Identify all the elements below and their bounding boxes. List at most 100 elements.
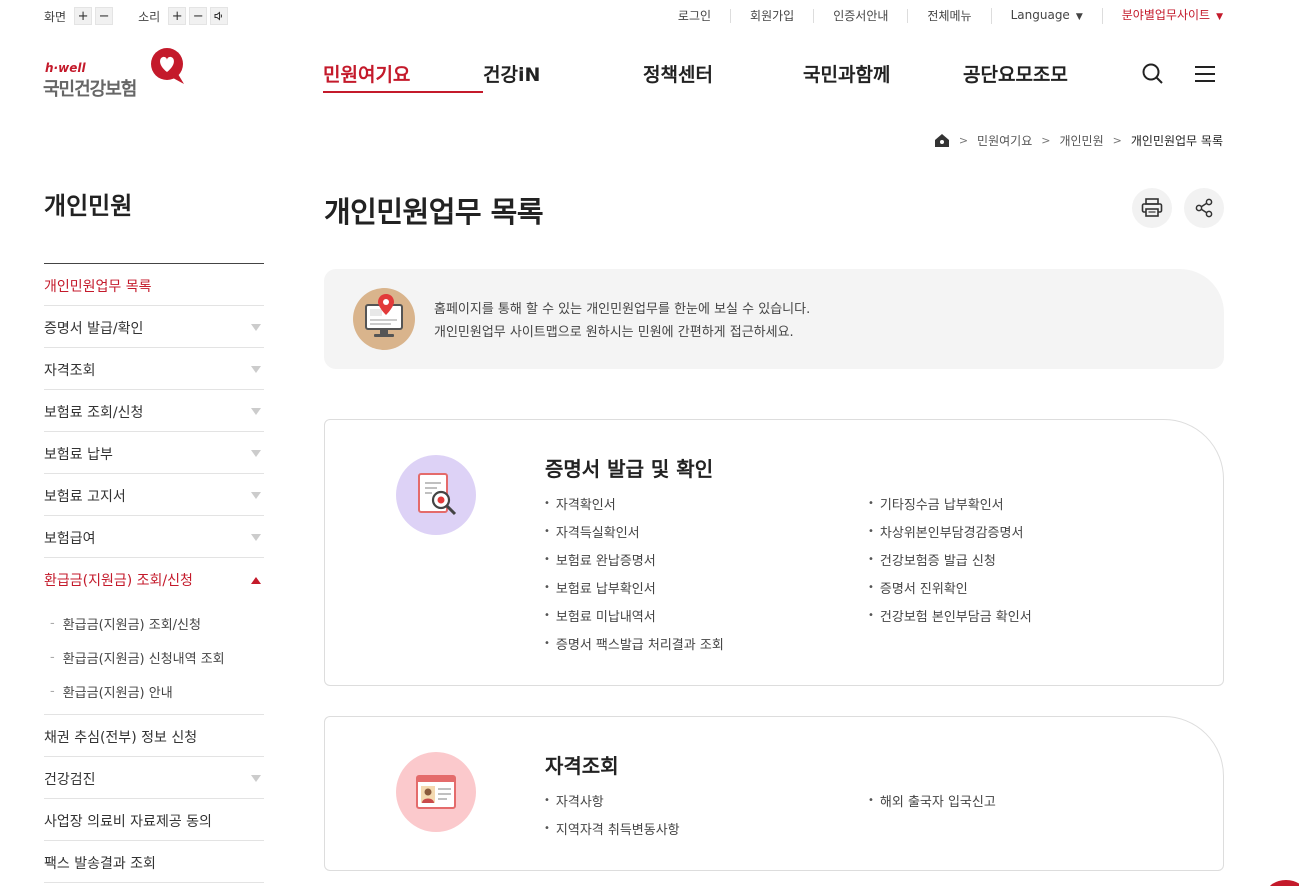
search-icon[interactable] [1141,62,1165,86]
sidebar-subitem[interactable]: - 환급금(지원금) 조회/신청 [44,606,264,640]
field-sites-select[interactable]: 분야별업무사이트 ▼ [1101,8,1223,24]
sidebar-item-health-checkup[interactable]: 건강검진 [44,757,264,799]
chevron-down-icon [251,775,261,782]
volume-down-button[interactable]: − [189,7,208,25]
card-link-copayment-cert[interactable]: 건강보험 본인부담금 확인서 [868,601,1032,629]
card-link-cert-verification[interactable]: 증명서 진위확인 [868,573,1032,601]
language-label: Language [1010,8,1070,22]
breadcrumb-current: 개인민원업무 목록 [1130,134,1223,148]
card-link-eligibility-details[interactable]: 자격사항 [544,786,680,814]
sidebar-subitem[interactable]: - 환급금(지원금) 안내 [44,674,264,708]
chevron-up-icon [251,576,261,584]
sidebar-item-label: 환급금(지원금) 조회/신청 [44,573,193,589]
volume-up-button[interactable]: + [168,7,187,25]
sidebar-item-premium-payment[interactable]: 보험료 납부 [44,432,264,474]
card-link-other-collection-cert[interactable]: 기타징수금 납부확인서 [868,489,1032,517]
utility-links: 로그인 회원가입 인증서안내 전체메뉴 Language ▼ 분야별업무사이트 ▼ [659,8,1223,24]
sidebar-item-label: 자격조회 [44,362,96,379]
sidebar-item-fax-result[interactable]: 팩스 발송결과 조회 [44,841,264,883]
logo-tagline: h·well [45,61,86,75]
service-card-eligibility: 자격조회 자격사항 지역자격 취득변동사항 해외 출국자 입국신고 [324,716,1224,871]
login-link[interactable]: 로그인 [659,9,730,23]
card-link-premium-paid-cert[interactable]: 보험료 완납증명서 [544,545,724,573]
sidebar-item-label: 개인민원업무 목록 [44,278,152,295]
language-select[interactable]: Language ▼ [990,8,1102,24]
floating-red-button[interactable] [1267,880,1299,886]
nav-label: 민원여기요 [323,64,411,86]
notice-text-line2: 개인민원업무 사이트맵으로 원하시는 민원에 간편하게 접근하세요. [434,325,794,340]
sidebar-item-service-list[interactable]: 개인민원업무 목록 [44,264,264,306]
card-link-acquisition-loss-cert[interactable]: 자격득실확인서 [544,517,724,545]
share-icon [1195,198,1213,218]
chevron-down-icon [251,450,261,457]
nav-label: 건강iN [483,64,541,86]
chevron-down-icon [251,366,261,373]
dash-icon: - [50,683,55,699]
utility-bar: 화면 + − 소리 + − 로그인 회원가입 인증서안내 전체메뉴 Langua… [0,0,1299,34]
sidebar-item-premium-inquiry[interactable]: 보험료 조회/신청 [44,390,264,432]
screen-zoom-label: 화면 [44,9,67,24]
screen-zoom-in-button[interactable]: + [74,7,93,25]
id-card-icon [396,752,476,832]
dash-icon: - [50,615,55,631]
nav-about-nhis[interactable]: 공단요모조모 [963,60,1083,93]
heart-logo-icon [151,48,184,84]
sidebar-submenu: - 환급금(지원금) 조회/신청 - 환급금(지원금) 신청내역 조회 - 환급금(지… [44,600,264,715]
card-link-premium-payment-cert[interactable]: 보험료 납부확인서 [544,573,724,601]
card-left-list: 자격확인서 자격득실확인서 보험료 완납증명서 보험료 납부확인서 보험료 미납… [544,489,724,657]
card-link-insurance-card-issue[interactable]: 건강보험증 발급 신청 [868,545,1032,573]
breadcrumb-item[interactable]: 민원여기요 [977,132,1032,149]
card-link-fax-issue-result[interactable]: 증명서 팩스발급 처리결과 조회 [544,629,724,657]
sidebar-item-certificates[interactable]: 증명서 발급/확인 [44,306,264,348]
sidebar-item-eligibility[interactable]: 자격조회 [44,348,264,390]
sidebar-item-premium-notice[interactable]: 보험료 고지서 [44,474,264,516]
nav-label: 공단요모조모 [963,64,1068,86]
sound-label: 소리 [138,9,161,24]
speaker-icon[interactable] [210,7,229,25]
chevron-down-icon [251,534,261,541]
card-title: 자격조회 [545,754,619,778]
printer-icon [1141,198,1163,217]
card-link-premium-unpaid-statement[interactable]: 보험료 미납내역서 [544,601,724,629]
nav-health-in[interactable]: 건강iN [483,60,643,93]
hamburger-menu-icon[interactable] [1193,62,1217,86]
sidebar-subitem[interactable]: - 환급금(지원금) 신청내역 조회 [44,640,264,674]
nhis-logo[interactable]: h·well 국민건강보험 [43,47,188,100]
sidebar-subitem-label: 환급금(지원금) 신청내역 조회 [62,651,225,667]
full-menu-link[interactable]: 전체메뉴 [907,9,990,23]
share-button[interactable] [1184,188,1224,228]
sidebar-item-label: 보험료 조회/신청 [44,404,144,421]
sidebar-item-label: 채권 추심(전부) 정보 신청 [44,729,198,746]
certificate-search-icon [396,455,476,535]
sidebar-subitem-label: 환급금(지원금) 안내 [62,685,173,701]
chevron-down-icon: ▼ [1075,12,1083,22]
card-link-eligibility-cert[interactable]: 자격확인서 [544,489,724,517]
breadcrumb-item[interactable]: 개인민원 [1059,132,1103,149]
home-icon[interactable] [934,133,950,148]
card-link-near-poverty-cert[interactable]: 차상위본인부담경감증명서 [868,517,1032,545]
sidebar-item-benefits[interactable]: 보험급여 [44,516,264,558]
card-right-list: 해외 출국자 입국신고 [868,786,996,814]
sidebar-title: 개인민원 [44,192,133,220]
card-left-list: 자격사항 지역자격 취득변동사항 [544,786,680,842]
screen-zoom-out-button[interactable]: − [95,7,114,25]
nav-with-people[interactable]: 국민과함께 [803,60,963,93]
notice-text-line1: 홈페이지를 통해 할 수 있는 개인민원업무를 한눈에 보실 수 있습니다. [434,302,811,317]
card-link-overseas-reentry[interactable]: 해외 출국자 입국신고 [868,786,996,814]
card-link-regional-changes[interactable]: 지역자격 취득변동사항 [544,814,680,842]
certificate-guide-link[interactable]: 인증서안내 [813,9,907,23]
page-title: 개인민원업무 목록 [324,195,544,229]
chevron-down-icon [251,492,261,499]
nav-policy-center[interactable]: 정책센터 [643,60,803,93]
sidebar-item-medical-consent[interactable]: 사업장 의료비 자료제공 동의 [44,799,264,841]
chevron-down-icon: ▼ [1216,12,1223,22]
sidebar-item-label: 팩스 발송결과 조회 [44,855,156,872]
service-card-certificates: 증명서 발급 및 확인 자격확인서 자격득실확인서 보험료 완납증명서 보험료 … [324,419,1224,686]
nav-civil-service[interactable]: 민원여기요 [323,60,483,93]
print-button[interactable] [1132,188,1172,228]
sidebar-item-debt-collection[interactable]: 채권 추심(전부) 정보 신청 [44,715,264,757]
screen-zoom-group: 화면 + − [44,7,116,25]
sidebar-item-refunds[interactable]: 환급금(지원금) 조회/신청 [44,558,264,600]
chevron-down-icon [251,324,261,331]
signup-link[interactable]: 회원가입 [730,9,813,23]
